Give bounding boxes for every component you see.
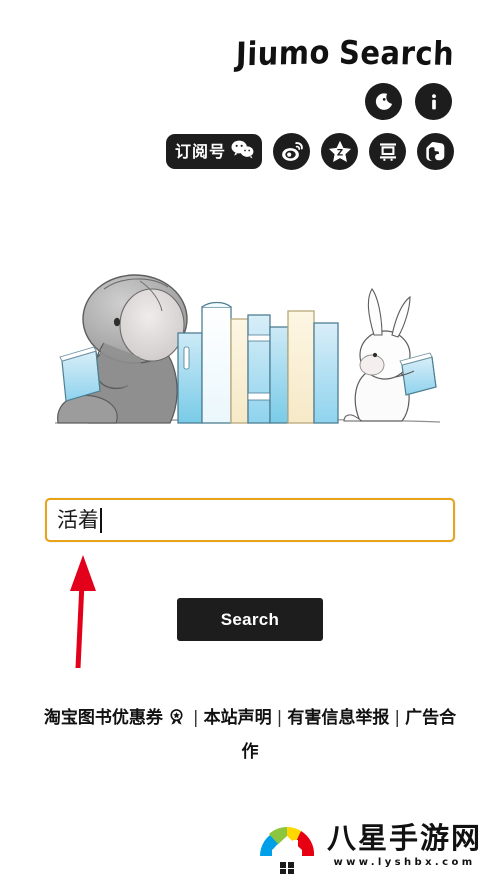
info-icon[interactable] [415, 83, 452, 120]
hero-illustration [0, 215, 500, 445]
weibo-icon[interactable] [273, 133, 310, 170]
footer-link-report[interactable]: 有害信息举报 [287, 708, 389, 728]
moon-icon[interactable] [365, 83, 402, 120]
footer-link-taobao-coupon[interactable]: 淘宝图书优惠券 [44, 708, 163, 728]
footer-link-taobao-coupon-label: 淘宝图书优惠券 [43, 708, 163, 728]
search-area: 活着 [45, 498, 455, 542]
search-input-value: 活着 [57, 507, 99, 532]
footer-links: 淘宝图书优惠券 | 本站声明 | 有害信息举报 | 广告合作 [40, 703, 460, 767]
text-cursor [100, 507, 102, 533]
footer-separator-2: | [276, 708, 283, 728]
logo-word-search: Search [337, 33, 455, 73]
watermark-logo-icon [256, 812, 318, 879]
footer-link-statement[interactable]: 本站声明 [204, 708, 272, 728]
wechat-icon [230, 139, 255, 165]
site-watermark: 八星手游网 www.lyshbx.com [256, 812, 482, 879]
award-badge-icon [167, 707, 186, 737]
svg-text:Z: Z [336, 148, 342, 158]
top-icon-row [365, 83, 452, 120]
logo-word-jiumo: Jiumo [235, 32, 331, 74]
site-logo: Jiumo Search [235, 32, 455, 74]
search-button[interactable]: Search [177, 598, 323, 641]
wechat-subscription-label: 订阅号 [174, 141, 226, 161]
watermark-url: www.lyshbx.com [333, 856, 476, 868]
page-header: Jiumo Search 订阅号 Z [0, 0, 500, 190]
watermark-title: 八星手游网 [327, 821, 483, 856]
qzone-star-icon[interactable]: Z [321, 133, 358, 170]
search-input[interactable]: 活着 [45, 498, 455, 542]
wechat-subscription-pill[interactable]: 订阅号 [165, 134, 262, 169]
douban-icon[interactable] [369, 133, 406, 170]
annotation-arrow [56, 553, 106, 671]
evernote-icon[interactable] [417, 133, 454, 170]
watermark-text: 八星手游网 www.lyshbx.com [327, 821, 483, 868]
footer-separator-3: | [394, 708, 401, 728]
footer-separator-1: | [192, 708, 199, 728]
social-icon-row: 订阅号 Z [165, 133, 454, 170]
